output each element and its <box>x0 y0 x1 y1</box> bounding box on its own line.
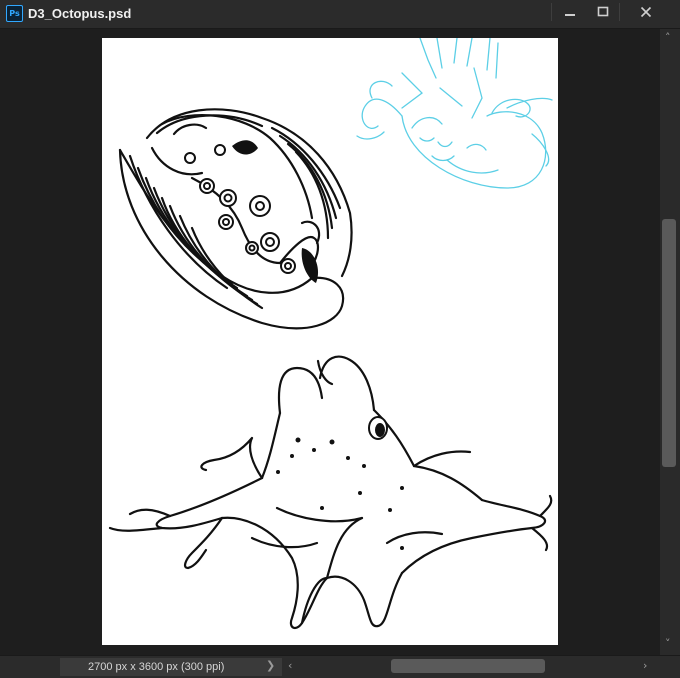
dumbo-octopus-drawing <box>108 355 553 630</box>
document-info[interactable]: 2700 px x 3600 px (300 ppi) <box>60 658 282 676</box>
status-expand-arrow-icon[interactable]: ❯ <box>266 659 275 673</box>
horizontal-scroll-thumb[interactable] <box>391 659 545 673</box>
scroll-up-arrow-icon[interactable]: ˄ <box>665 31 671 45</box>
title-bar: Ps D3_Octopus.psd <box>0 0 680 29</box>
scroll-down-arrow-icon[interactable]: ˅ <box>665 637 671 651</box>
status-bar: 2700 px x 3600 px (300 ppi) ❯ ‹ › <box>0 655 680 678</box>
scroll-right-arrow-icon[interactable]: › <box>643 659 647 673</box>
maximize-button[interactable] <box>585 0 621 24</box>
dumbo-octopus-eye <box>368 416 388 440</box>
document-workspace[interactable] <box>0 29 660 655</box>
close-icon <box>640 6 652 18</box>
artwork-layer <box>108 38 553 630</box>
ps-icon: Ps <box>6 5 23 22</box>
close-button[interactable] <box>628 0 664 24</box>
clam-octopus-drawing <box>118 108 353 330</box>
dumbo-octopus-spots <box>276 437 404 550</box>
scroll-left-arrow-icon[interactable]: ‹ <box>288 659 292 673</box>
minimize-button[interactable] <box>552 0 588 24</box>
document-canvas[interactable] <box>102 38 558 645</box>
document-title: D3_Octopus.psd <box>28 6 132 21</box>
maximize-icon <box>597 6 609 17</box>
vertical-scrollbar[interactable]: ˄ ˅ <box>660 29 680 655</box>
minimize-icon <box>565 14 575 16</box>
sketch-octopus <box>356 38 553 189</box>
vertical-scroll-thumb[interactable] <box>662 219 676 467</box>
